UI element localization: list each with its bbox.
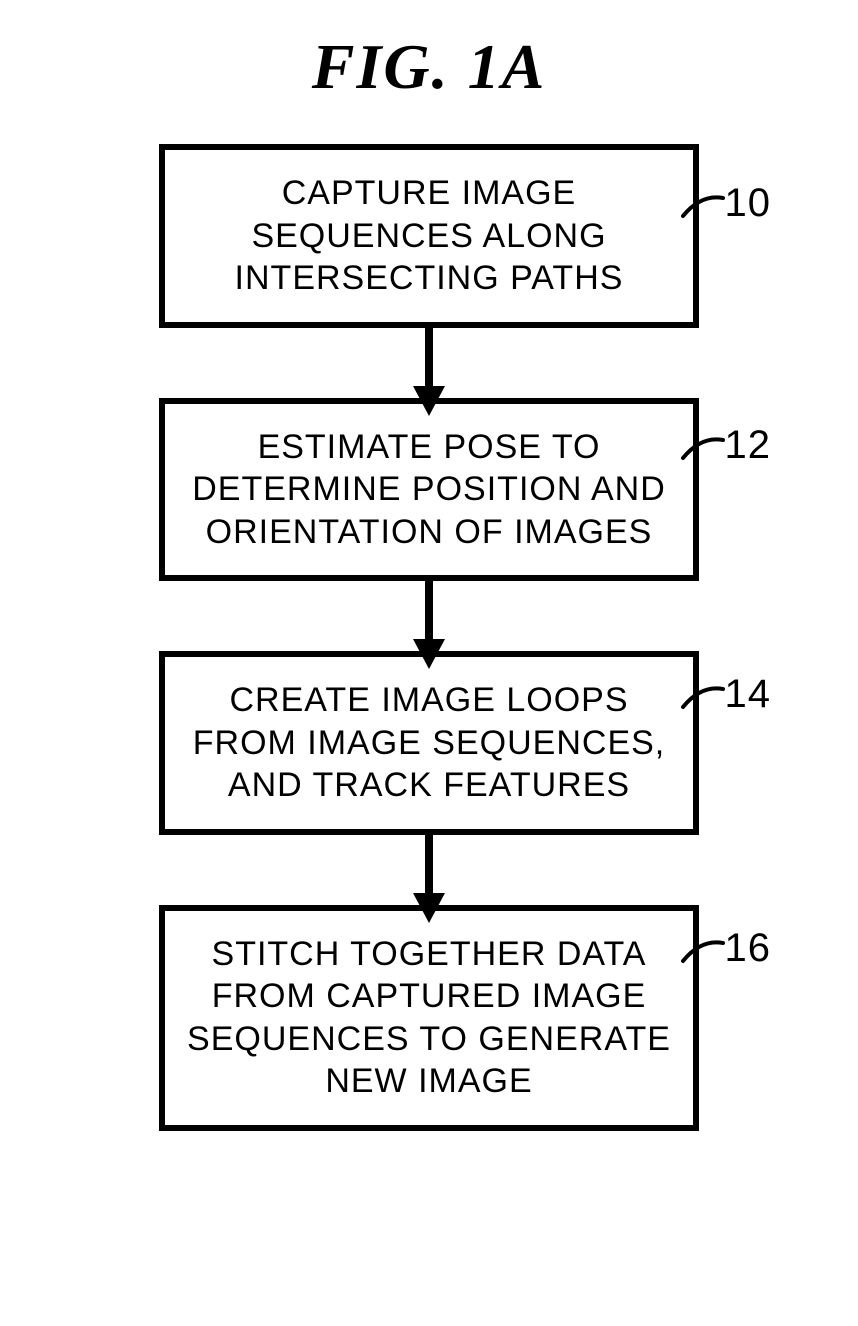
step-text-2: ESTIMATE POSE TO DETERMINE POSITION AND … (192, 428, 666, 551)
leader-curve-icon (681, 683, 725, 711)
step-box-2: ESTIMATE POSE TO DETERMINE POSITION AND … (159, 398, 699, 582)
ref-label-2: 12 (725, 420, 772, 470)
step-box-3: CREATE IMAGE LOOPS FROM IMAGE SEQUENCES,… (159, 651, 699, 835)
ref-number-2: 12 (725, 423, 772, 467)
step-box-4: STITCH TOGETHER DATA FROM CAPTURED IMAGE… (159, 905, 699, 1131)
leader-curve-icon (681, 434, 725, 462)
step-text-1: CAPTURE IMAGE SEQUENCES ALONG INTERSECTI… (235, 174, 624, 297)
ref-number-1: 10 (725, 181, 772, 225)
figure-page: FIG. 1A CAPTURE IMAGE SEQUENCES ALONG IN… (0, 0, 858, 1326)
ref-label-4: 16 (725, 923, 772, 973)
flowchart: CAPTURE IMAGE SEQUENCES ALONG INTERSECTI… (114, 144, 744, 1131)
leader-curve-icon (681, 937, 725, 965)
ref-label-1: 10 (725, 178, 772, 228)
ref-number-3: 14 (725, 672, 772, 716)
ref-label-3: 14 (725, 669, 772, 719)
leader-curve-icon (681, 192, 725, 220)
figure-title: FIG. 1A (0, 30, 858, 104)
ref-number-4: 16 (725, 926, 772, 970)
step-text-3: CREATE IMAGE LOOPS FROM IMAGE SEQUENCES,… (193, 681, 666, 804)
step-box-1: CAPTURE IMAGE SEQUENCES ALONG INTERSECTI… (159, 144, 699, 328)
step-text-4: STITCH TOGETHER DATA FROM CAPTURED IMAGE… (187, 935, 671, 1101)
